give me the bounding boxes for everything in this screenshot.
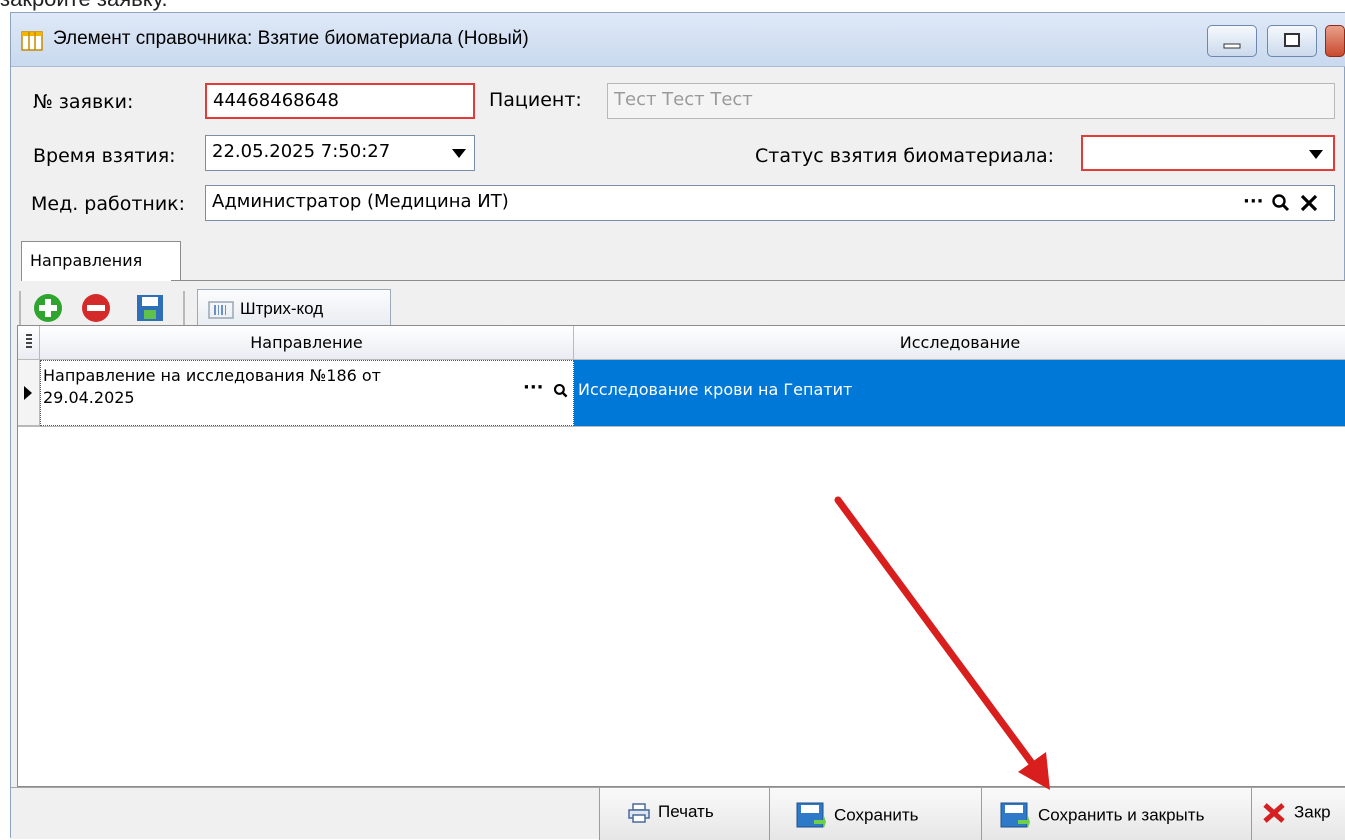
annotation-arrow [834,496,1050,790]
